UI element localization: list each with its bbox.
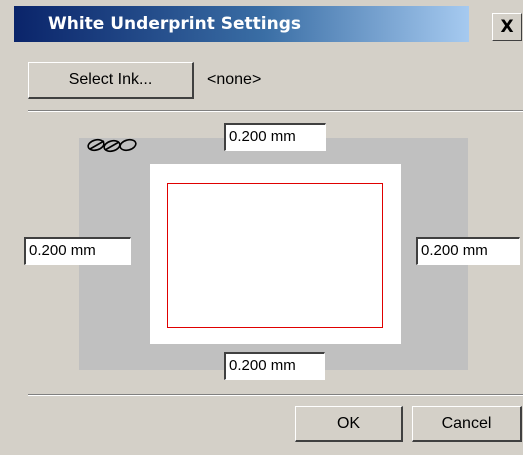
bottom-margin-field[interactable]: 0.200 mm xyxy=(224,352,325,380)
chain-link-icon[interactable] xyxy=(78,137,150,155)
title-bar[interactable]: White Underprint Settings X xyxy=(0,0,523,44)
separator xyxy=(28,110,523,112)
close-button[interactable]: X xyxy=(492,13,522,41)
top-margin-field[interactable]: 0.200 mm xyxy=(224,123,326,151)
window-title: White Underprint Settings xyxy=(48,14,302,34)
close-icon: X xyxy=(500,17,514,37)
selected-ink-value: <none> xyxy=(207,71,262,88)
cancel-button[interactable]: Cancel xyxy=(412,406,522,442)
left-margin-field[interactable]: 0.200 mm xyxy=(24,237,131,265)
separator xyxy=(28,394,523,396)
ok-button[interactable]: OK xyxy=(295,406,403,442)
select-ink-button[interactable]: Select Ink... xyxy=(28,62,194,99)
right-margin-field[interactable]: 0.200 mm xyxy=(416,237,520,265)
margin-boundary xyxy=(167,183,383,328)
